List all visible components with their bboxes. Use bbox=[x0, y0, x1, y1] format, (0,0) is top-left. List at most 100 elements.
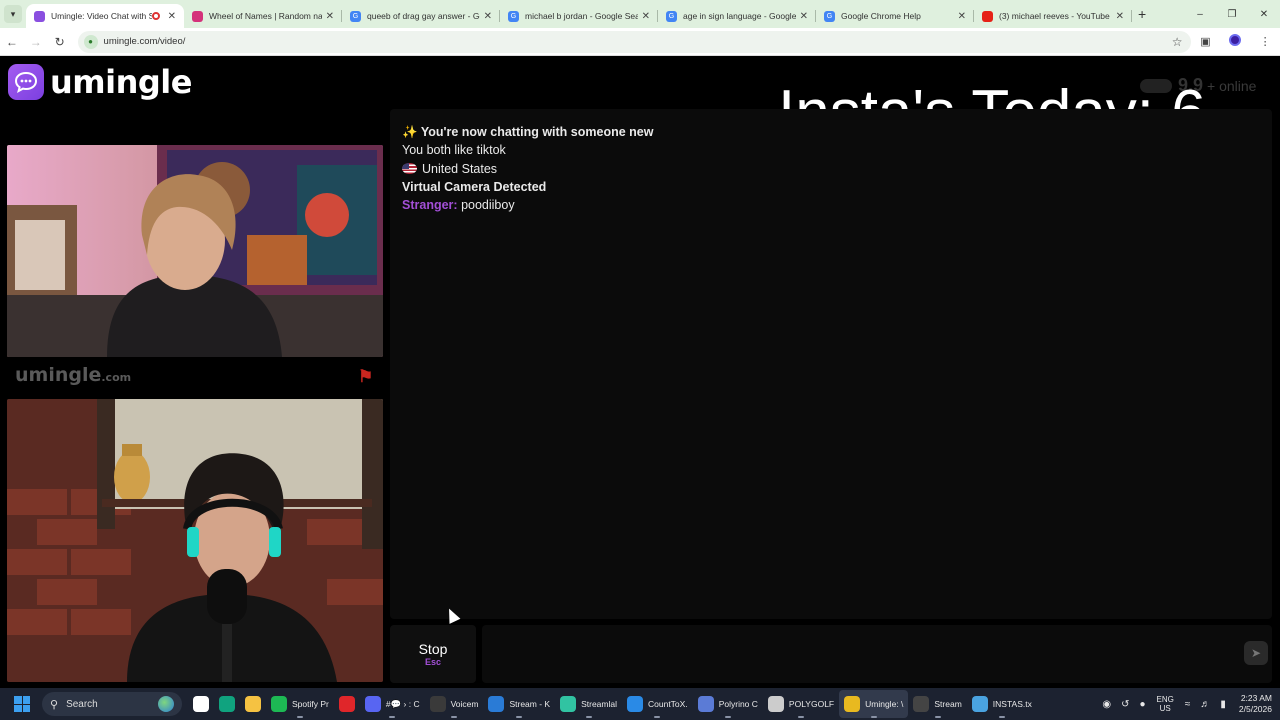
forward-button[interactable]: → bbox=[24, 35, 48, 49]
google-icon: G bbox=[666, 10, 677, 22]
taskbar-app[interactable]: Streamlal bbox=[555, 690, 622, 718]
stranger-label: Stranger: bbox=[402, 198, 458, 213]
extensions-icon[interactable]: ▣ bbox=[1191, 35, 1221, 48]
minimize-button[interactable]: – bbox=[1184, 9, 1216, 20]
windows-start-icon[interactable] bbox=[10, 692, 34, 716]
pen-icon bbox=[697, 696, 714, 712]
chrome-menu-icon[interactable]: ⋮ bbox=[1250, 35, 1280, 48]
stranger-message-text: poodiiboy bbox=[461, 198, 515, 213]
message-input[interactable] bbox=[482, 625, 1272, 683]
vscode-icon bbox=[627, 696, 643, 712]
browser-tab[interactable]: Wheel of Names | Random nam ✕ bbox=[184, 4, 342, 28]
taskbar-search-label: Search bbox=[66, 698, 98, 710]
umingle-watermark: umingle.com bbox=[15, 364, 131, 386]
taskbar-app[interactable]: Stream - K bbox=[483, 690, 555, 718]
taskbar-app-label: Voicem bbox=[450, 699, 479, 709]
taskbar-app[interactable]: POLYGOLF bbox=[763, 690, 839, 718]
taskbar-app[interactable]: Spotify Pr bbox=[266, 690, 334, 718]
taskbar-app-label: Spotify Pr bbox=[292, 699, 329, 709]
url-text[interactable]: umingle.com/video/ bbox=[104, 36, 1172, 47]
taskbar-app[interactable]: #💬 › : C bbox=[360, 690, 425, 718]
clock[interactable]: 2:23 AM 2/5/2026 bbox=[1239, 693, 1272, 715]
chatgpt-icon bbox=[219, 696, 235, 712]
recording-indicator-icon bbox=[151, 12, 160, 20]
profile-avatar[interactable] bbox=[1220, 34, 1250, 49]
system-tray: ◉ ↺ ● ENG US ≈ ♬ ▮ 2:23 AM 2/5/2026 bbox=[1097, 688, 1272, 720]
taskbar-app-label: Polyrino C bbox=[718, 699, 758, 709]
taskbar-app[interactable]: Umingle: \ bbox=[839, 690, 909, 718]
us-flag-icon bbox=[402, 162, 417, 174]
tab-title: age in sign language - Google bbox=[683, 11, 796, 21]
browser-toolbar: ← → ↻ ● umingle.com/video/ ☆ ▣ ⋮ bbox=[0, 28, 1280, 56]
reload-button[interactable]: ↻ bbox=[48, 35, 72, 49]
browser-tab[interactable]: (3) michael reeves - YouTube ✕ bbox=[974, 4, 1132, 28]
report-flag-icon[interactable]: ⚑ bbox=[358, 367, 373, 387]
browser-tab[interactable]: Umingle: Video Chat with S ✕ bbox=[26, 4, 184, 28]
wifi-icon[interactable]: ≈ bbox=[1185, 699, 1191, 710]
new-tab-button[interactable]: + bbox=[1138, 6, 1146, 22]
google-icon: G bbox=[350, 10, 361, 22]
sparkles-icon: ✨ bbox=[402, 125, 418, 139]
taskbar-app-label: Stream - K bbox=[509, 699, 551, 709]
tab-strip: ▾ Umingle: Video Chat with S ✕ Wheel of Na… bbox=[0, 0, 1280, 28]
browser-tab[interactable]: G Google Chrome Help ✕ bbox=[816, 4, 974, 28]
close-tab-icon[interactable]: ✕ bbox=[800, 11, 808, 22]
browser-tab[interactable]: Gmichael b jordan - Google Sea ✕ bbox=[500, 4, 658, 28]
umingle-page: umingle 9,9 + online Insta's Today: 6 bbox=[0, 57, 1280, 686]
sync-icon[interactable]: ↺ bbox=[1121, 699, 1129, 710]
edge-icon bbox=[488, 696, 505, 712]
watermark-main: umingle bbox=[15, 364, 102, 386]
browser-tab[interactable]: Gage in sign language - Google ✕ bbox=[658, 4, 816, 28]
discord-tray-icon[interactable]: ◉ bbox=[1102, 699, 1111, 710]
taskbar-app-label: CountToX. bbox=[648, 699, 688, 709]
site-info-icon[interactable]: ● bbox=[83, 34, 98, 49]
clock-date: 2/5/2026 bbox=[1238, 704, 1272, 714]
browser-tab[interactable]: Gqueeb of drag gay answer - Go ✕ bbox=[342, 4, 500, 28]
chat-line-common-interest: You both like tiktok bbox=[402, 143, 506, 158]
battery-icon[interactable]: ▮ bbox=[1220, 699, 1226, 710]
close-tab-icon[interactable]: ✕ bbox=[484, 11, 492, 22]
close-tab-icon[interactable]: ✕ bbox=[326, 11, 334, 22]
tab-title: Google Chrome Help bbox=[841, 11, 921, 21]
taskbar-app[interactable] bbox=[188, 690, 214, 718]
stranger-video bbox=[7, 145, 383, 357]
chat-line-new-partner: You're now chatting with someone new bbox=[420, 125, 654, 139]
taskbar-app[interactable]: Polyrino C bbox=[693, 690, 763, 718]
taskbar-app[interactable] bbox=[214, 690, 240, 718]
stop-shortcut: Esc bbox=[424, 657, 441, 667]
opera-icon bbox=[338, 696, 355, 712]
address-bar[interactable]: ● umingle.com/video/ ☆ bbox=[77, 30, 1191, 53]
taskbar-app-label: #💬 › : C bbox=[385, 698, 420, 709]
speaker-icon[interactable]: ♬ bbox=[1200, 699, 1210, 710]
close-tab-icon[interactable]: ✕ bbox=[958, 11, 966, 22]
close-tab-icon[interactable]: ✕ bbox=[1116, 11, 1124, 22]
watermark-suffix: .com bbox=[101, 371, 132, 384]
taskbar-app[interactable]: INSTAS.tx bbox=[967, 690, 1037, 718]
taskbar-app[interactable] bbox=[240, 690, 266, 718]
obs-icon bbox=[913, 696, 930, 712]
tab-search-button[interactable]: ▾ bbox=[4, 5, 22, 23]
send-icon[interactable]: ➤ bbox=[1244, 641, 1268, 665]
taskbar-app[interactable]: Voicem bbox=[425, 690, 484, 718]
microphone-icon[interactable]: ● bbox=[1140, 699, 1146, 710]
chat-bubble-icon bbox=[8, 64, 44, 100]
taskbar-search[interactable]: ⚲ Search bbox=[42, 692, 182, 716]
google-icon: G bbox=[508, 10, 519, 22]
taskbar-app[interactable]: CountToX. bbox=[622, 690, 693, 718]
chat-line-country: United States bbox=[422, 161, 498, 176]
chat-stranger-message: Stranger: poodiiboy bbox=[402, 196, 1260, 214]
taskbar-app-label: INSTAS.tx bbox=[992, 699, 1032, 709]
taskbar-app[interactable]: Stream bbox=[908, 690, 966, 718]
back-button[interactable]: ← bbox=[0, 35, 24, 49]
stop-button[interactable]: Stop Esc bbox=[390, 625, 476, 683]
close-window-button[interactable]: ✕ bbox=[1248, 9, 1280, 20]
bookmark-star-icon[interactable]: ☆ bbox=[1172, 35, 1183, 49]
close-tab-icon[interactable]: ✕ bbox=[168, 11, 176, 22]
voicemeeter-icon bbox=[429, 696, 446, 712]
chat-line-virtual-camera: Virtual Camera Detected bbox=[402, 179, 547, 194]
restore-button[interactable]: ❐ bbox=[1216, 9, 1248, 20]
language-indicator[interactable]: ENG US bbox=[1157, 695, 1174, 713]
taskbar-app[interactable] bbox=[334, 690, 360, 718]
umingle-logo[interactable]: umingle bbox=[8, 63, 192, 101]
close-tab-icon[interactable]: ✕ bbox=[642, 11, 650, 22]
